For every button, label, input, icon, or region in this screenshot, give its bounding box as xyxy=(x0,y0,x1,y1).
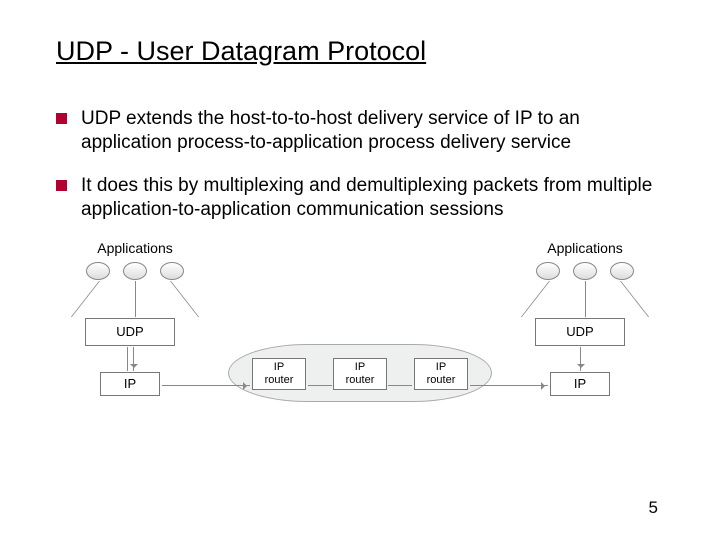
bullet-marker-icon xyxy=(56,180,67,191)
applications-row xyxy=(80,262,190,280)
ip-box: IP xyxy=(100,372,160,396)
connector-line xyxy=(620,281,649,317)
link-line xyxy=(308,385,332,386)
applications-row xyxy=(530,262,640,280)
slide-title: UDP - User Datagram Protocol xyxy=(56,36,664,67)
ip-router-box: IP router xyxy=(252,358,306,390)
connector-line xyxy=(585,281,586,317)
arrow-down-icon xyxy=(580,347,581,371)
router-line2: router xyxy=(415,374,467,387)
link-line xyxy=(470,385,548,386)
ip-box: IP xyxy=(550,372,610,396)
link-line xyxy=(388,385,412,386)
router-line2: router xyxy=(253,374,305,387)
udp-box: UDP xyxy=(535,318,625,346)
bullet-item: It does this by multiplexing and demulti… xyxy=(56,174,664,223)
page-number: 5 xyxy=(649,498,658,518)
applications-label: Applications xyxy=(530,240,640,256)
router-line1: IP xyxy=(334,361,386,374)
arrow-down-icon xyxy=(133,347,134,371)
udp-box: UDP xyxy=(85,318,175,346)
connector-line xyxy=(127,347,128,371)
ip-router-box: IP router xyxy=(414,358,468,390)
bullet-text: It does this by multiplexing and demulti… xyxy=(81,174,664,223)
connector-line xyxy=(521,281,550,317)
routers-row: IP router IP router IP router xyxy=(252,358,468,390)
app-process-icon xyxy=(573,262,597,280)
router-line2: router xyxy=(334,374,386,387)
bullet-item: UDP extends the host-to-to-host delivery… xyxy=(56,107,664,156)
connector-line xyxy=(71,281,100,317)
bullet-text: UDP extends the host-to-to-host delivery… xyxy=(81,107,664,156)
slide: UDP - User Datagram Protocol UDP extends… xyxy=(0,0,720,540)
router-line1: IP xyxy=(415,361,467,374)
applications-label: Applications xyxy=(80,240,190,256)
bullet-list: UDP extends the host-to-to-host delivery… xyxy=(56,107,664,222)
udp-diagram: Applications UDP IP Applications xyxy=(80,240,640,406)
app-process-icon xyxy=(610,262,634,280)
ip-router-box: IP router xyxy=(333,358,387,390)
router-line1: IP xyxy=(253,361,305,374)
app-process-icon xyxy=(160,262,184,280)
app-process-icon xyxy=(536,262,560,280)
bullet-marker-icon xyxy=(56,113,67,124)
link-line xyxy=(162,385,250,386)
connector-line xyxy=(135,281,136,317)
host-left: Applications UDP IP xyxy=(80,240,190,406)
app-process-icon xyxy=(86,262,110,280)
connector-line xyxy=(170,281,199,317)
app-process-icon xyxy=(123,262,147,280)
